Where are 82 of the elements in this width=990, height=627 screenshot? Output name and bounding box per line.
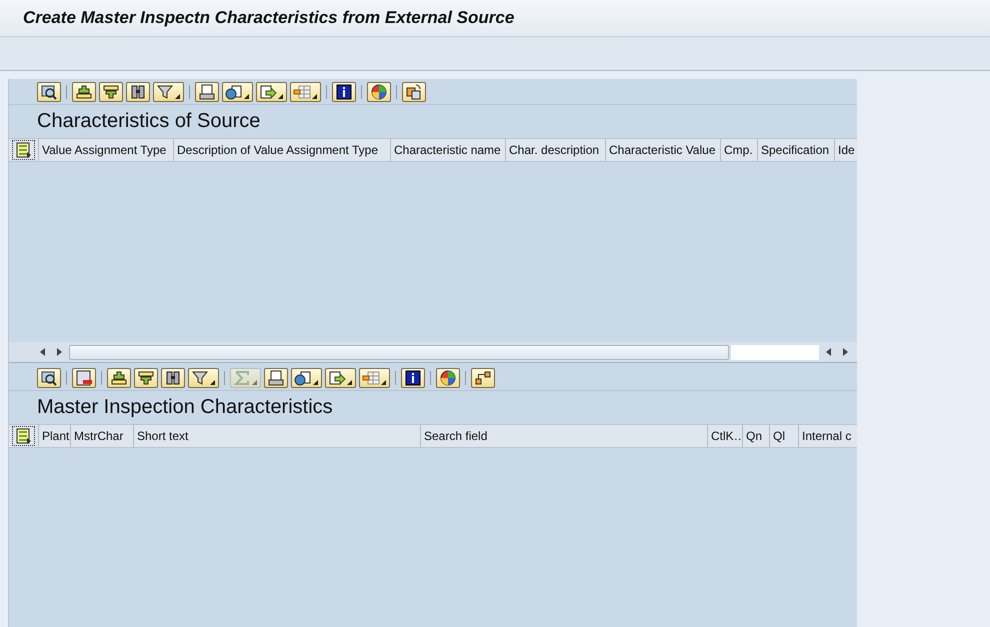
column-header[interactable]: Ql bbox=[769, 425, 798, 447]
column-header[interactable]: Char. description bbox=[505, 139, 605, 161]
dropdown-arrow-icon bbox=[175, 94, 180, 98]
column-header[interactable]: Short text bbox=[133, 425, 420, 447]
dropdown-arrow-icon bbox=[312, 94, 317, 98]
window-title: Create Master Inspectn Characteristics from External Source bbox=[23, 8, 514, 28]
export-button[interactable] bbox=[325, 368, 356, 388]
details-button[interactable] bbox=[37, 368, 61, 388]
views-button[interactable] bbox=[291, 368, 322, 388]
binoculars-icon bbox=[129, 84, 147, 100]
info-button[interactable] bbox=[401, 368, 425, 388]
column-header[interactable]: Characteristic name bbox=[390, 139, 505, 161]
sort-descending-icon bbox=[137, 370, 155, 386]
layout-list-icon bbox=[16, 142, 32, 158]
details-button[interactable] bbox=[37, 82, 61, 102]
dropdown-arrow-icon bbox=[347, 380, 352, 384]
dropdown-arrow-icon bbox=[210, 380, 215, 384]
layout-button[interactable] bbox=[290, 82, 321, 102]
scroll-right-icon[interactable] bbox=[55, 348, 63, 356]
filter-icon bbox=[156, 84, 174, 100]
sort-descending-button[interactable] bbox=[99, 82, 123, 102]
column-header[interactable]: Qn bbox=[742, 425, 769, 447]
column-header[interactable]: Description of Value Assignment Type bbox=[173, 139, 390, 161]
delete-row-button[interactable] bbox=[72, 368, 96, 388]
filter-button[interactable] bbox=[188, 368, 219, 388]
scrollbar-thumb[interactable] bbox=[69, 344, 729, 360]
info-icon bbox=[335, 84, 353, 100]
hierarchy-icon bbox=[474, 370, 492, 386]
dropdown-arrow-icon bbox=[244, 94, 249, 98]
print-icon bbox=[198, 84, 216, 100]
dropdown-arrow-icon bbox=[313, 380, 318, 384]
binoculars-icon bbox=[164, 370, 182, 386]
print-button[interactable] bbox=[264, 368, 288, 388]
sort-ascending-button[interactable] bbox=[107, 368, 131, 388]
find-button[interactable] bbox=[161, 368, 185, 388]
sort-ascending-icon bbox=[75, 84, 93, 100]
layout-list-icon bbox=[16, 428, 32, 444]
grid-title: Master Inspection Characteristics bbox=[37, 396, 333, 419]
scroll-left-icon[interactable] bbox=[825, 348, 833, 356]
column-header[interactable]: MstrChar bbox=[70, 425, 133, 447]
layout-grid-icon bbox=[293, 84, 311, 100]
graphic-button[interactable] bbox=[436, 368, 460, 388]
dropdown-arrow-icon bbox=[252, 380, 257, 384]
layout-button[interactable] bbox=[359, 368, 390, 388]
layout-grid-icon bbox=[362, 370, 380, 386]
print-button[interactable] bbox=[195, 82, 219, 102]
grid-title: Characteristics of Source bbox=[37, 110, 260, 133]
column-header[interactable]: Plant bbox=[38, 425, 70, 447]
sort-descending-icon bbox=[102, 84, 120, 100]
select-all-button[interactable] bbox=[12, 140, 35, 160]
column-header[interactable]: Characteristic Value bbox=[605, 139, 720, 161]
dropdown-arrow-icon bbox=[278, 94, 283, 98]
column-header[interactable]: Value Assignment Type bbox=[38, 139, 173, 161]
column-header[interactable]: Cmp. bbox=[720, 139, 757, 161]
transfer-button[interactable] bbox=[402, 82, 426, 102]
filter-icon bbox=[191, 370, 209, 386]
export-icon bbox=[259, 84, 277, 100]
export-icon bbox=[328, 370, 346, 386]
select-all-button[interactable] bbox=[12, 426, 35, 446]
info-icon bbox=[404, 370, 422, 386]
filter-button[interactable] bbox=[153, 82, 184, 102]
window-arrow-icon bbox=[405, 84, 423, 100]
color-wheel-icon bbox=[370, 84, 388, 100]
column-header[interactable]: Search field bbox=[420, 425, 707, 447]
color-wheel-icon bbox=[439, 370, 457, 386]
info-button[interactable] bbox=[332, 82, 356, 102]
sort-ascending-button[interactable] bbox=[72, 82, 96, 102]
scroll-left-icon[interactable] bbox=[39, 348, 47, 356]
print-icon bbox=[267, 370, 285, 386]
hierarchy-button[interactable] bbox=[471, 368, 495, 388]
export-button[interactable] bbox=[256, 82, 287, 102]
graphic-button[interactable] bbox=[367, 82, 391, 102]
views-button[interactable] bbox=[222, 82, 253, 102]
column-header[interactable]: Specification bbox=[757, 139, 834, 161]
sum-icon bbox=[233, 370, 251, 386]
find-button[interactable] bbox=[126, 82, 150, 102]
sort-descending-button[interactable] bbox=[134, 368, 158, 388]
delete-row-icon bbox=[75, 370, 93, 386]
scroll-right-icon[interactable] bbox=[841, 348, 849, 356]
dropdown-arrow-icon bbox=[381, 380, 386, 384]
sort-ascending-icon bbox=[110, 370, 128, 386]
column-header[interactable]: CtlK… bbox=[707, 425, 742, 447]
